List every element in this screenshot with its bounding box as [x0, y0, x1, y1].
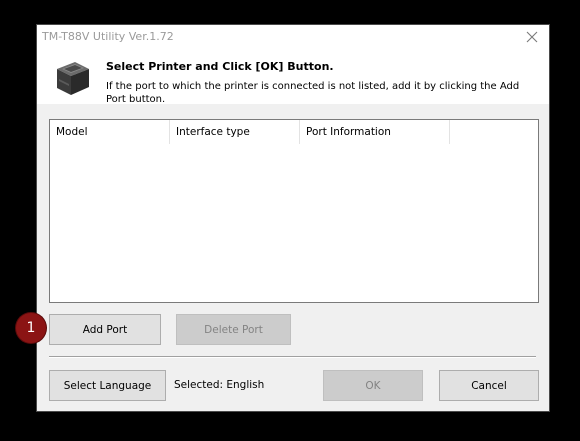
window-title: TM-T88V Utility Ver.1.72: [42, 30, 174, 43]
close-button[interactable]: [517, 26, 547, 48]
port-list[interactable]: Model Interface type Port Information: [49, 119, 539, 303]
dialog-client-area: Select Printer and Click [OK] Button. If…: [37, 49, 549, 411]
close-icon: [526, 31, 538, 43]
add-port-button[interactable]: Add Port: [49, 314, 161, 345]
step-number-badge: 1: [16, 313, 46, 343]
cancel-button[interactable]: Cancel: [439, 370, 539, 401]
list-header: Model Interface type Port Information: [50, 120, 538, 144]
select-language-button[interactable]: Select Language: [49, 370, 166, 401]
separator: [49, 356, 536, 358]
printer-icon: [57, 62, 89, 95]
header-description: If the port to which the printer is conn…: [106, 81, 520, 105]
ok-button[interactable]: OK: [323, 370, 423, 401]
column-header-interface-type[interactable]: Interface type: [170, 120, 300, 144]
selected-language-label: Selected: English: [174, 379, 265, 391]
delete-port-button[interactable]: Delete Port: [176, 314, 291, 345]
title-bar: TM-T88V Utility Ver.1.72: [37, 25, 549, 49]
header-title: Select Printer and Click [OK] Button.: [106, 60, 334, 73]
instruction-header: Select Printer and Click [OK] Button. If…: [37, 49, 549, 105]
column-header-model[interactable]: Model: [50, 120, 170, 144]
column-header-empty[interactable]: [450, 120, 538, 144]
column-header-port-information[interactable]: Port Information: [300, 120, 450, 144]
utility-window: TM-T88V Utility Ver.1.72 Select Printer …: [36, 24, 550, 412]
